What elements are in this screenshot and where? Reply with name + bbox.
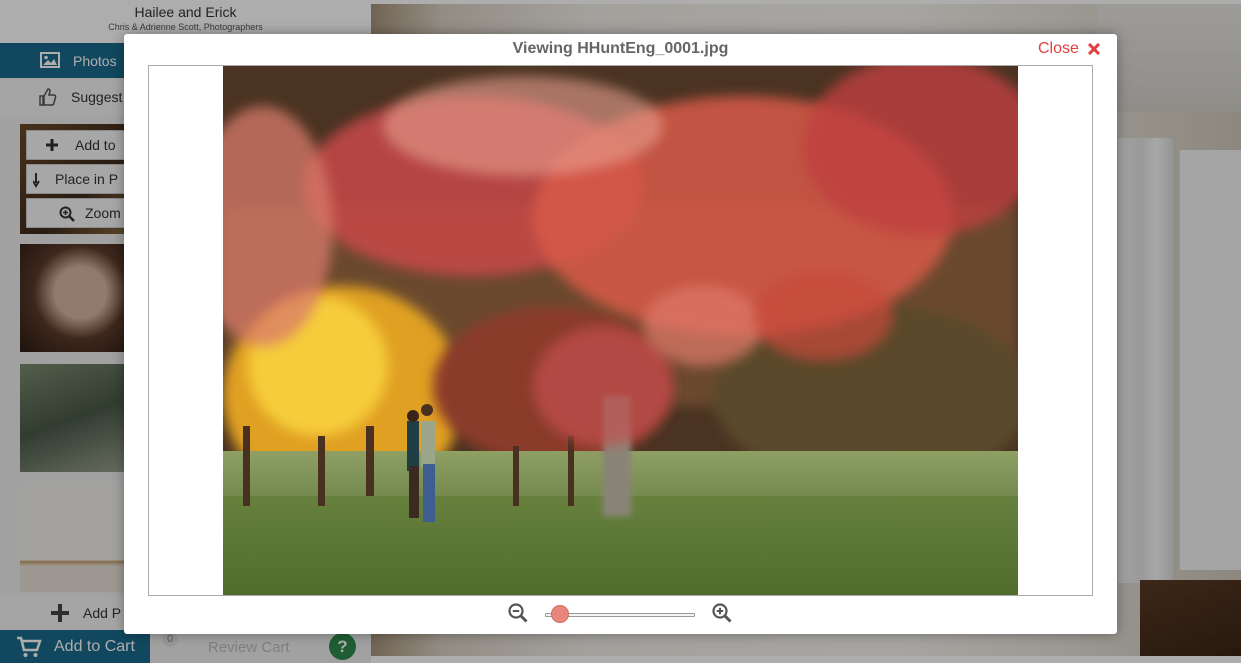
zoom-controls bbox=[124, 601, 1117, 627]
photo-image bbox=[223, 66, 1018, 595]
zoom-slider-handle[interactable] bbox=[550, 605, 569, 623]
zoom-in-icon[interactable] bbox=[712, 603, 732, 623]
zoom-out-icon[interactable] bbox=[508, 603, 528, 623]
photo-viewer bbox=[148, 65, 1093, 596]
close-button[interactable]: Close bbox=[1038, 39, 1100, 59]
close-label: Close bbox=[1038, 40, 1079, 57]
photo-viewer-modal: Viewing HHuntEng_0001.jpg Close bbox=[124, 34, 1117, 634]
modal-title: Viewing HHuntEng_0001.jpg bbox=[512, 40, 729, 57]
x-icon bbox=[1087, 43, 1100, 55]
photo-preview[interactable] bbox=[223, 66, 1018, 595]
